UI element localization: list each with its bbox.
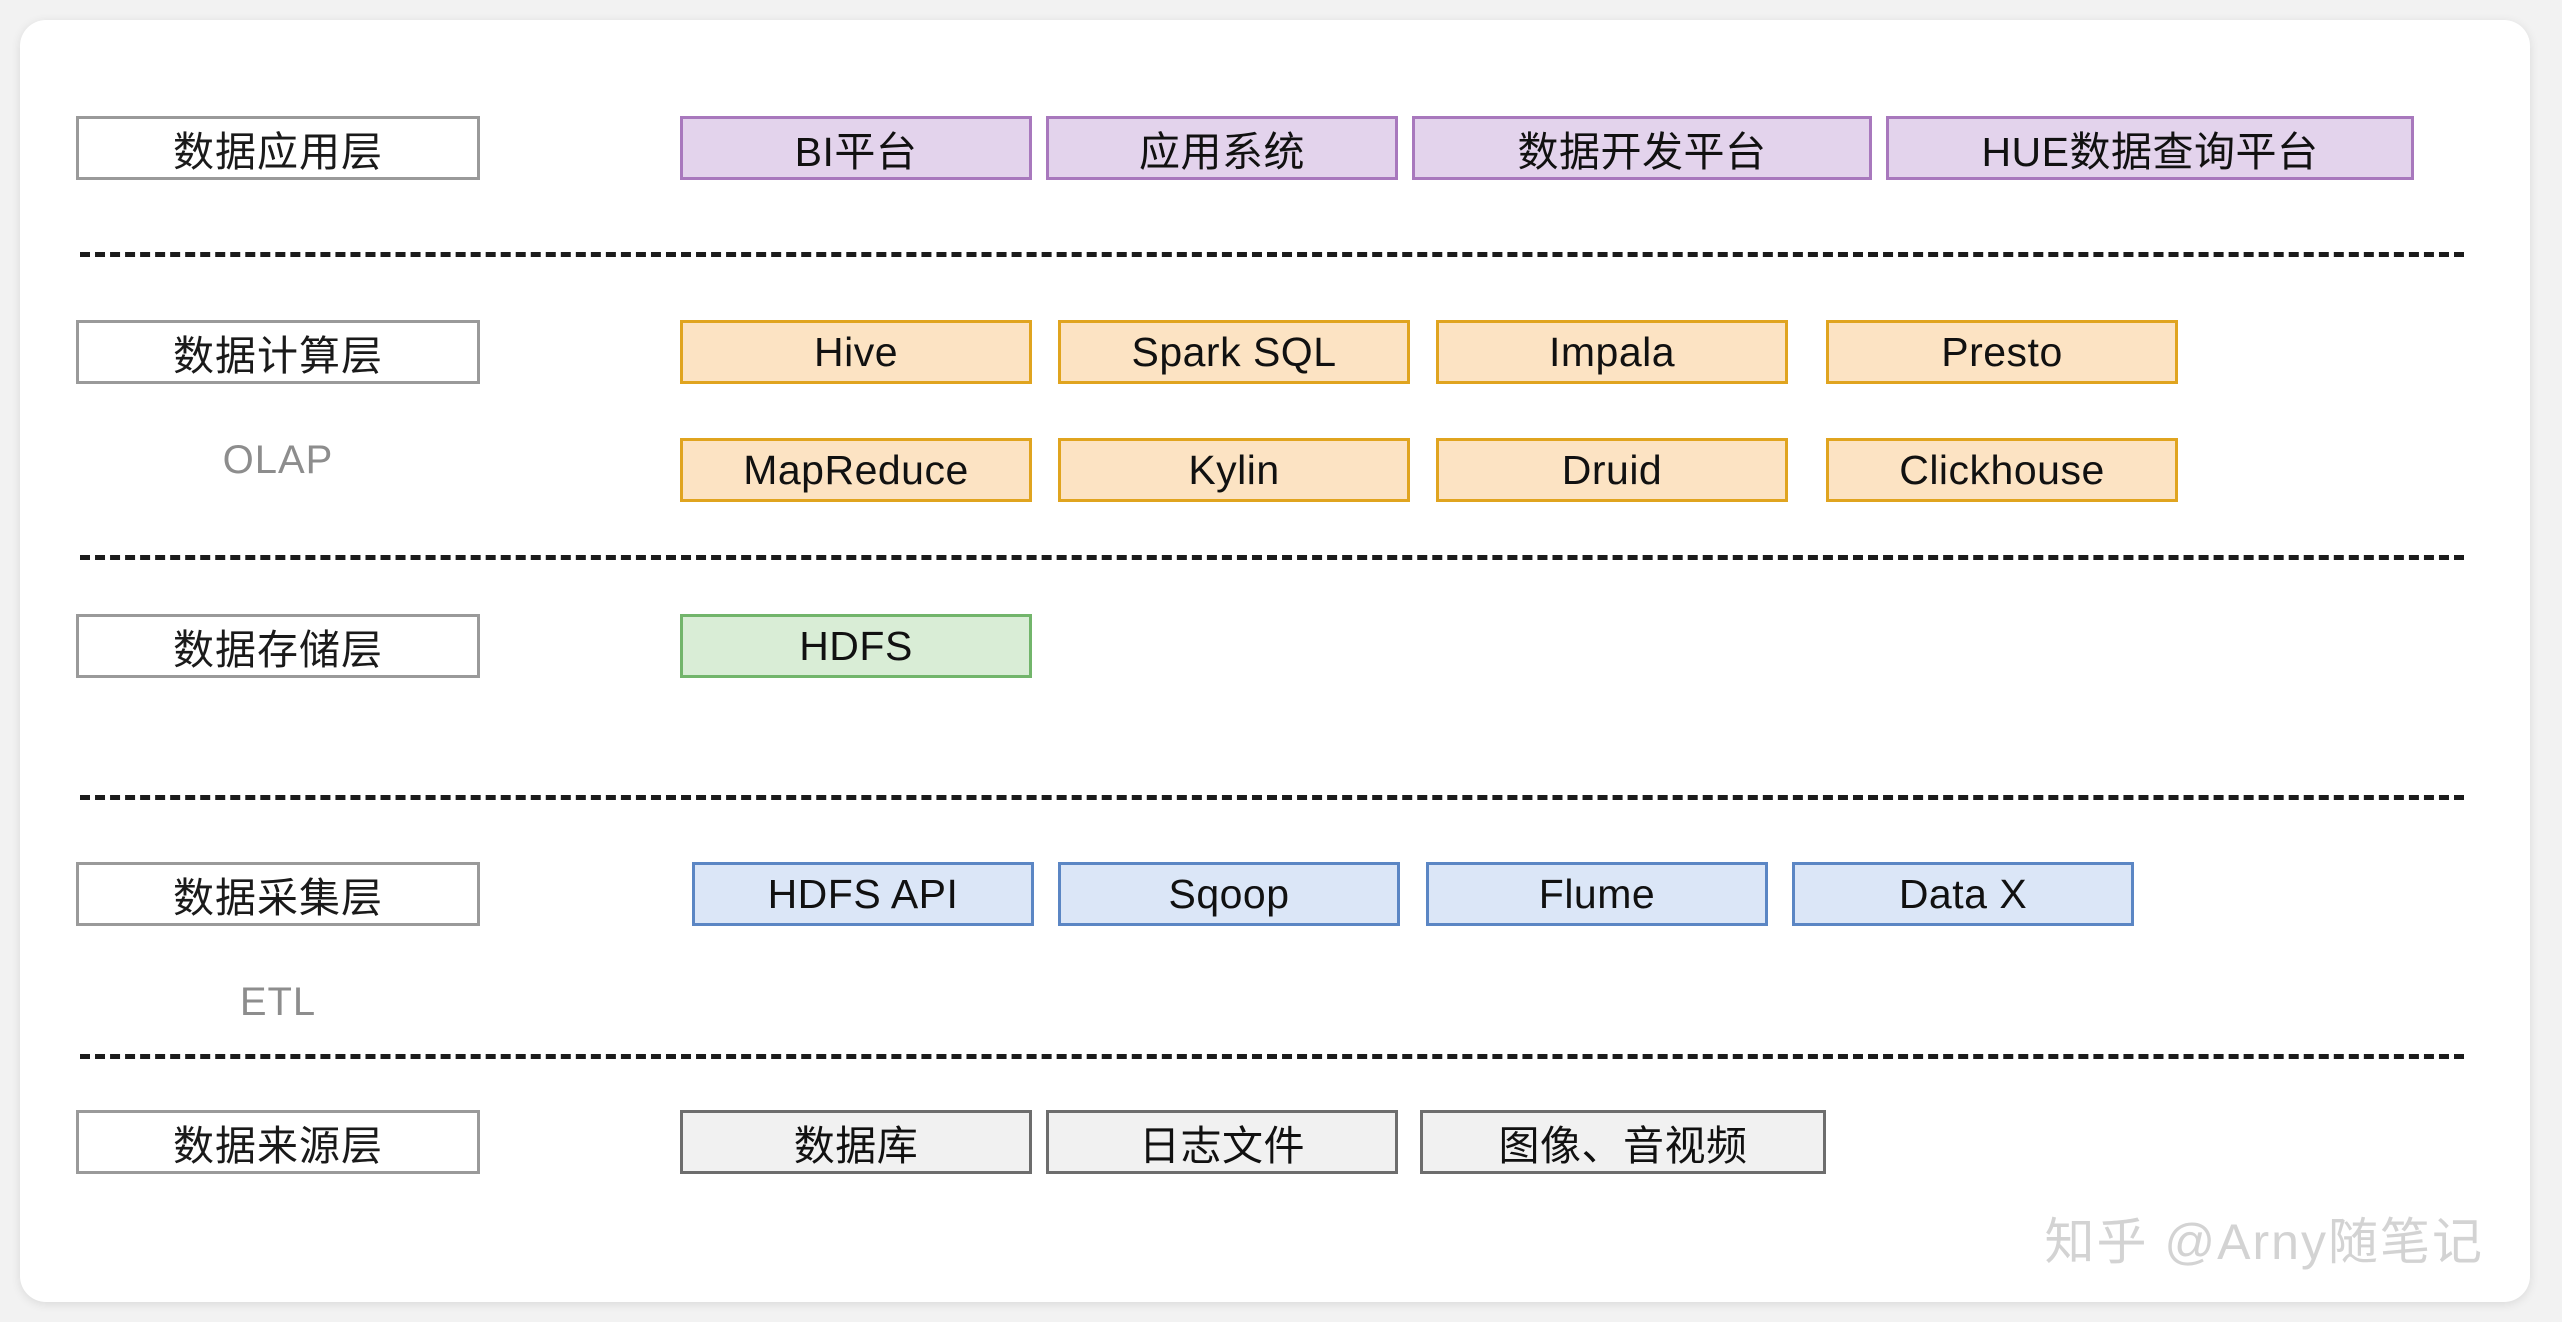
node-flume[interactable]: Flume xyxy=(1426,862,1768,926)
node-sqoop[interactable]: Sqoop xyxy=(1058,862,1400,926)
node-image-audio-video[interactable]: 图像、音视频 xyxy=(1420,1110,1826,1174)
divider-application-compute xyxy=(80,252,2464,257)
node-clickhouse[interactable]: Clickhouse xyxy=(1826,438,2178,502)
node-hdfs-api[interactable]: HDFS API xyxy=(692,862,1034,926)
layer-label-source: 数据来源层 xyxy=(76,1110,480,1174)
layer-label-compute: 数据计算层 xyxy=(76,320,480,384)
node-mapreduce[interactable]: MapReduce xyxy=(680,438,1032,502)
node-bi-platform[interactable]: BI平台 xyxy=(680,116,1032,180)
node-hue-query-platform[interactable]: HUE数据查询平台 xyxy=(1886,116,2414,180)
node-druid[interactable]: Druid xyxy=(1436,438,1788,502)
node-database[interactable]: 数据库 xyxy=(680,1110,1032,1174)
node-kylin[interactable]: Kylin xyxy=(1058,438,1410,502)
node-hdfs[interactable]: HDFS xyxy=(680,614,1032,678)
watermark: 知乎 @Arny随笔记 xyxy=(2044,1214,2484,1270)
node-hive[interactable]: Hive xyxy=(680,320,1032,384)
diagram-card: 数据应用层 BI平台 应用系统 数据开发平台 HUE数据查询平台 数据计算层 O… xyxy=(20,20,2530,1302)
layer-sublabel-etl: ETL xyxy=(239,980,317,1024)
layer-sublabel-olap: OLAP xyxy=(222,438,334,482)
node-presto[interactable]: Presto xyxy=(1826,320,2178,384)
layer-label-application: 数据应用层 xyxy=(76,116,480,180)
node-data-development-platform[interactable]: 数据开发平台 xyxy=(1412,116,1872,180)
divider-collection-source xyxy=(80,1054,2464,1059)
node-data-x[interactable]: Data X xyxy=(1792,862,2134,926)
node-application-system[interactable]: 应用系统 xyxy=(1046,116,1398,180)
layer-label-storage: 数据存储层 xyxy=(76,614,480,678)
divider-compute-storage xyxy=(80,555,2464,560)
node-spark-sql[interactable]: Spark SQL xyxy=(1058,320,1410,384)
layer-label-collection: 数据采集层 xyxy=(76,862,480,926)
divider-storage-collection xyxy=(80,795,2464,800)
node-impala[interactable]: Impala xyxy=(1436,320,1788,384)
node-log-files[interactable]: 日志文件 xyxy=(1046,1110,1398,1174)
